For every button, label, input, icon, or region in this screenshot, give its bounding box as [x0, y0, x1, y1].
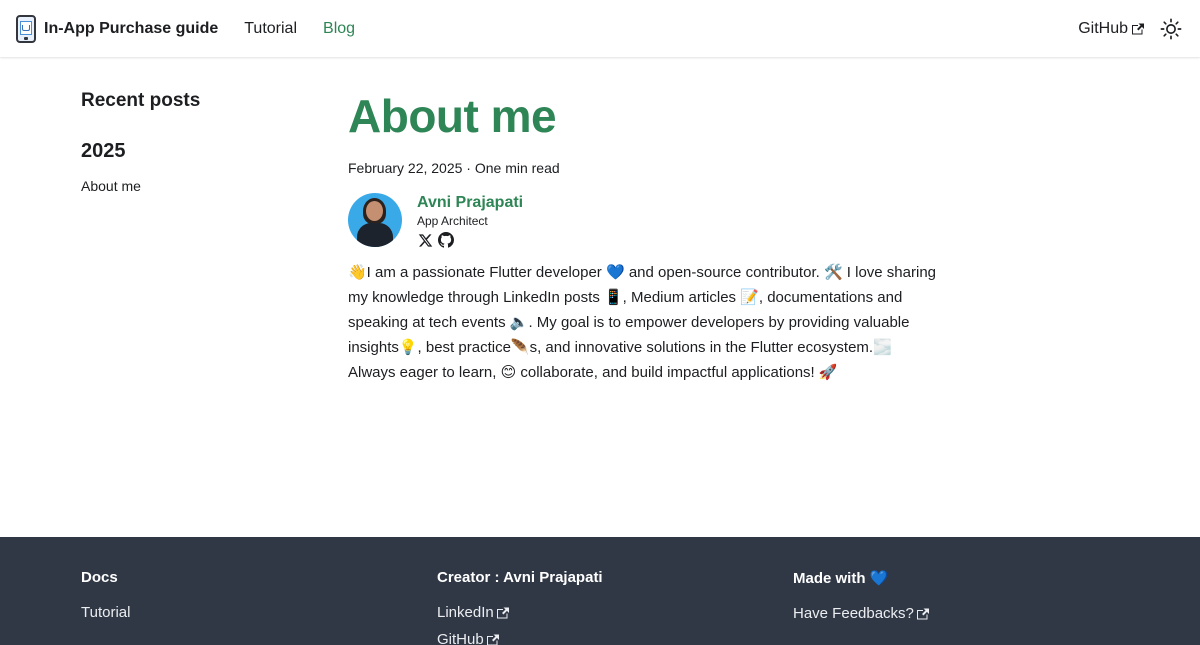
- post-body: 👋I am a passionate Flutter developer 💙 a…: [348, 264, 937, 381]
- footer-col-creator: Creator : Avni Prajapati LinkedIn GitHub: [437, 569, 603, 645]
- github-nav-label: GitHub: [1078, 19, 1128, 37]
- author-socials: [417, 232, 523, 248]
- footer-title-creator: Creator : Avni Prajapati: [437, 569, 603, 586]
- post-title: About me: [348, 90, 557, 142]
- footer-title-made-with: Made with 💙: [793, 570, 889, 587]
- github-icon[interactable]: [438, 232, 454, 248]
- external-link-icon: [1132, 23, 1144, 34]
- footer: Docs Tutorial Creator : Avni Prajapati L…: [0, 537, 1200, 645]
- avatar[interactable]: [348, 193, 402, 247]
- sidebar-year-heading: 2025: [81, 140, 126, 162]
- footer-link-tutorial[interactable]: Tutorial: [81, 604, 130, 621]
- external-link-icon: [486, 634, 499, 645]
- footer-link-github[interactable]: GitHub: [437, 631, 603, 645]
- sidebar-title: Recent posts: [81, 90, 201, 111]
- footer-link-label: GitHub: [437, 631, 484, 645]
- x-icon[interactable]: [417, 232, 433, 248]
- author-card: Avni Prajapati App Architect: [348, 193, 948, 248]
- app-logo-icon: [16, 14, 36, 43]
- author-role: App Architect: [417, 214, 488, 228]
- brand-title: In-App Purchase guide: [44, 19, 219, 37]
- post-meta: February 22, 2025 · One min read: [348, 160, 560, 176]
- sidebar-item-about-me[interactable]: About me: [81, 178, 301, 194]
- footer-link-label: Have Feedbacks?: [793, 605, 914, 622]
- blog-post: About me February 22, 2025 · One min rea…: [348, 88, 948, 385]
- nav-blog-link[interactable]: Blog: [323, 20, 355, 38]
- footer-link-linkedin[interactable]: LinkedIn: [437, 604, 603, 621]
- sun-icon: [1160, 18, 1182, 39]
- footer-col-made-with: Made with 💙 Have Feedbacks?: [793, 569, 929, 622]
- theme-toggle-button[interactable]: [1158, 16, 1184, 42]
- footer-link-label: LinkedIn: [437, 604, 494, 621]
- external-link-icon: [916, 608, 929, 619]
- blog-sidebar: Recent posts 2025 About me: [81, 90, 301, 194]
- nav-tutorial-link[interactable]: Tutorial: [244, 20, 297, 38]
- footer-title-docs: Docs: [81, 569, 118, 586]
- external-link-icon: [496, 607, 509, 618]
- navbar: In-App Purchase guide Tutorial Blog GitH…: [0, 0, 1200, 57]
- footer-link-feedback[interactable]: Have Feedbacks?: [793, 605, 929, 622]
- author-name-link[interactable]: Avni Prajapati: [417, 194, 523, 212]
- footer-col-docs: Docs Tutorial: [81, 569, 130, 621]
- footer-link-label: Tutorial: [81, 604, 131, 621]
- brand-link[interactable]: In-App Purchase guide: [16, 14, 219, 43]
- github-nav-link[interactable]: GitHub: [1078, 20, 1144, 38]
